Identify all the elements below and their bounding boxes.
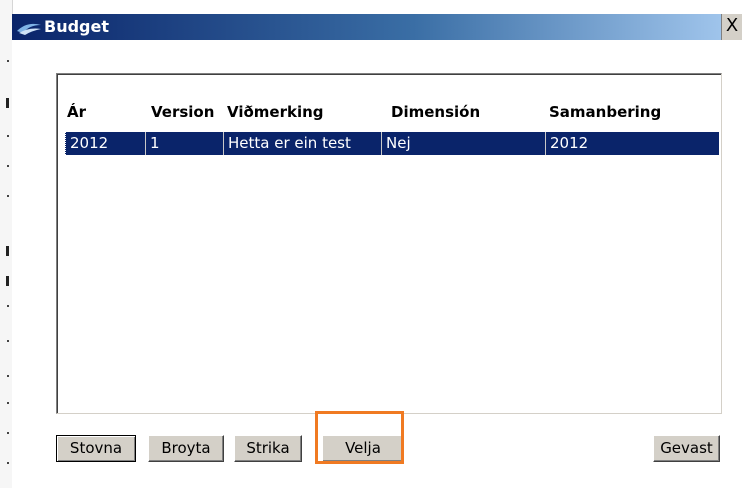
edge-mark (7, 432, 9, 434)
close-icon: X (725, 15, 739, 36)
column-header-version[interactable]: Version (151, 101, 214, 124)
edge-mark (7, 195, 9, 197)
cell-note: Hetta er ein test (223, 132, 381, 155)
cell-dimension: Nej (381, 132, 545, 155)
budget-list[interactable]: Ár Version Viðmerking Dimensión Samanber… (56, 73, 722, 414)
list-header: Ár Version Viðmerking Dimensión Samanber… (67, 101, 719, 124)
edge-mark (7, 305, 9, 307)
gevast-button[interactable]: Gevast (653, 435, 720, 462)
stovna-button[interactable]: Stovna (56, 435, 136, 462)
edge-mark (6, 246, 9, 256)
strika-button[interactable]: Strika (234, 435, 302, 462)
app-icon (17, 23, 41, 35)
cell-comparison: 2012 (545, 132, 719, 155)
table-row[interactable]: 2012 1 Hetta er ein test Nej 2012 (65, 132, 719, 155)
cell-version: 1 (145, 132, 223, 155)
edge-mark (7, 375, 9, 377)
cell-year: 2012 (65, 132, 145, 155)
broyta-button[interactable]: Broyta (148, 435, 224, 462)
edge-mark (6, 98, 9, 108)
close-button[interactable]: X (721, 14, 742, 40)
edge-mark (7, 462, 9, 464)
column-header-year[interactable]: Ár (67, 101, 86, 124)
edge-mark (6, 276, 9, 286)
column-header-comparison[interactable]: Samanbering (549, 101, 661, 124)
budget-dialog: Budget X Ár Version Viðmerking Dimensión… (12, 14, 742, 488)
edge-mark (7, 135, 9, 137)
edge-mark (7, 60, 9, 62)
column-header-dimension[interactable]: Dimensión (391, 101, 480, 124)
velja-highlight-box (315, 411, 404, 464)
title-bar[interactable]: Budget X (12, 14, 742, 40)
window-title: Budget (44, 17, 109, 36)
edge-mark (7, 165, 9, 167)
edge-mark (7, 402, 9, 404)
column-header-note[interactable]: Viðmerking (227, 101, 324, 124)
edge-mark (7, 340, 9, 342)
